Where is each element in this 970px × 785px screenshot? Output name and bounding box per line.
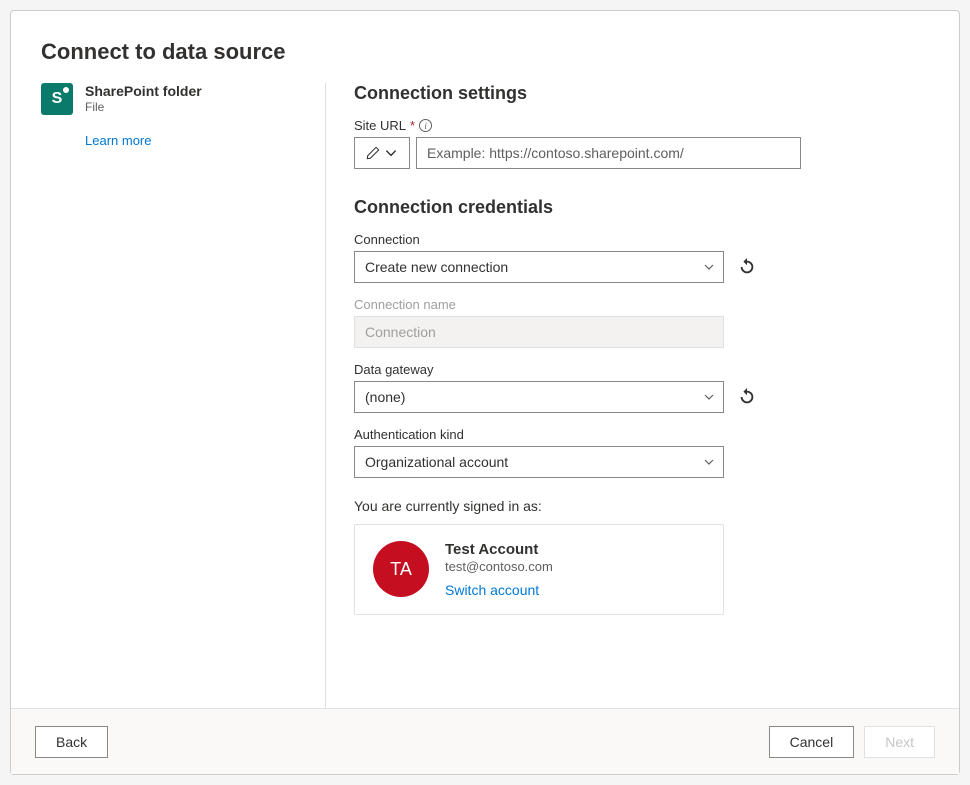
cancel-button[interactable]: Cancel — [769, 726, 855, 758]
chevron-down-icon — [384, 146, 398, 160]
right-panel: Connection settings Site URL * i Connect… — [326, 83, 929, 708]
switch-account-link[interactable]: Switch account — [445, 582, 553, 598]
sharepoint-icon: S — [41, 83, 73, 115]
left-panel: S SharePoint folder File Learn more — [41, 83, 326, 708]
dialog-title: Connect to data source — [41, 39, 929, 65]
account-info: Test Account test@contoso.com Switch acc… — [445, 541, 553, 598]
connection-row: Create new connection — [354, 251, 929, 283]
connection-refresh-button[interactable] — [736, 256, 758, 278]
back-button[interactable]: Back — [35, 726, 108, 758]
connection-settings-title: Connection settings — [354, 83, 929, 104]
connection-credentials-title: Connection credentials — [354, 197, 929, 218]
gateway-select[interactable]: (none) — [354, 381, 724, 413]
gateway-refresh-button[interactable] — [736, 386, 758, 408]
site-url-label: Site URL * i — [354, 118, 929, 133]
source-title: SharePoint folder — [85, 83, 202, 99]
chevron-down-icon — [703, 261, 715, 273]
source-text: SharePoint folder File — [85, 83, 202, 115]
site-url-input[interactable] — [416, 137, 801, 169]
connect-dialog: Connect to data source S SharePoint fold… — [10, 10, 960, 775]
connection-name-label: Connection name — [354, 297, 929, 312]
connection-value: Create new connection — [365, 259, 508, 275]
signed-in-label: You are currently signed in as: — [354, 498, 929, 514]
chevron-down-icon — [703, 391, 715, 403]
connection-label: Connection — [354, 232, 929, 247]
site-url-row — [354, 137, 929, 169]
footer-right: Cancel Next — [769, 726, 935, 758]
refresh-icon — [738, 258, 756, 276]
next-button: Next — [864, 726, 935, 758]
input-mode-button[interactable] — [354, 137, 410, 169]
connection-select[interactable]: Create new connection — [354, 251, 724, 283]
auth-select[interactable]: Organizational account — [354, 446, 724, 478]
account-card: TA Test Account test@contoso.com Switch … — [354, 524, 724, 615]
learn-more-link[interactable]: Learn more — [85, 133, 305, 148]
chevron-down-icon — [703, 456, 715, 468]
auth-label: Authentication kind — [354, 427, 929, 442]
gateway-row: (none) — [354, 381, 929, 413]
dialog-body: S SharePoint folder File Learn more Conn… — [11, 83, 959, 708]
gateway-label: Data gateway — [354, 362, 929, 377]
account-email: test@contoso.com — [445, 559, 553, 574]
source-subtitle: File — [85, 100, 202, 114]
source-item: S SharePoint folder File — [41, 83, 305, 115]
connection-name-input — [354, 316, 724, 348]
required-indicator: * — [410, 118, 415, 133]
auth-row: Organizational account — [354, 446, 929, 478]
gateway-value: (none) — [365, 389, 405, 405]
avatar: TA — [373, 541, 429, 597]
dialog-header: Connect to data source — [11, 11, 959, 83]
pencil-icon — [366, 146, 380, 160]
refresh-icon — [738, 388, 756, 406]
dialog-footer: Back Cancel Next — [11, 708, 959, 774]
site-url-label-text: Site URL — [354, 118, 406, 133]
auth-value: Organizational account — [365, 454, 508, 470]
account-name: Test Account — [445, 541, 553, 558]
info-icon[interactable]: i — [419, 119, 432, 132]
